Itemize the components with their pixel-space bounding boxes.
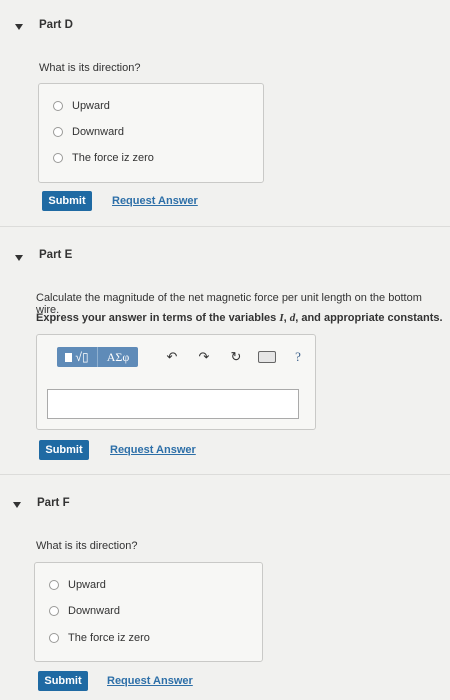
part-e-title: Part E	[39, 249, 73, 261]
answer-input[interactable]	[47, 389, 299, 419]
part-d-option-downward[interactable]: Downward	[53, 126, 124, 138]
option-label: Downward	[72, 126, 124, 138]
option-label: The force iz zero	[72, 152, 154, 164]
part-d-title: Part D	[39, 19, 73, 31]
part-d-options-box: Upward Downward The force iz zero	[38, 83, 264, 183]
part-f-submit-button[interactable]: Submit	[38, 671, 88, 691]
redo-icon[interactable]: ↷	[192, 349, 216, 365]
option-label: Downward	[68, 605, 120, 617]
radio-button[interactable]	[53, 127, 63, 137]
part-f-option-zero[interactable]: The force iz zero	[49, 632, 150, 644]
collapse-triangle-icon[interactable]	[13, 502, 21, 508]
part-e-instruction: Express your answer in terms of the vari…	[36, 312, 443, 324]
greek-symbols-button[interactable]: ΑΣφ	[98, 347, 138, 367]
radio-button[interactable]	[49, 580, 59, 590]
radio-button[interactable]	[49, 633, 59, 643]
part-d-submit-button[interactable]: Submit	[42, 191, 92, 211]
part-d-question: What is its direction?	[39, 62, 141, 74]
section-divider	[0, 226, 450, 227]
radio-button[interactable]	[53, 153, 63, 163]
collapse-triangle-icon[interactable]	[15, 24, 23, 30]
instruction-text: , and appropriate constants.	[295, 312, 443, 324]
radio-button[interactable]	[53, 101, 63, 111]
part-f-option-downward[interactable]: Downward	[49, 605, 120, 617]
part-f-question: What is its direction?	[36, 540, 138, 552]
reset-icon[interactable]: ↻	[224, 349, 248, 365]
templates-button[interactable]: √▯	[57, 347, 98, 367]
part-d-option-upward[interactable]: Upward	[53, 100, 110, 112]
undo-icon[interactable]: ↶	[160, 349, 184, 365]
sqrt-icon: √▯	[75, 350, 89, 364]
help-icon[interactable]: ?	[286, 349, 310, 365]
part-d-request-answer-link[interactable]: Request Answer	[112, 195, 198, 207]
part-d-option-zero[interactable]: The force iz zero	[53, 152, 154, 164]
option-label: Upward	[72, 100, 110, 112]
radio-button[interactable]	[49, 606, 59, 616]
part-f-request-answer-link[interactable]: Request Answer	[107, 675, 193, 687]
section-divider	[0, 474, 450, 475]
part-e-request-answer-link[interactable]: Request Answer	[110, 444, 196, 456]
part-f-options-box: Upward Downward The force iz zero	[34, 562, 263, 662]
part-f-option-upward[interactable]: Upward	[49, 579, 106, 591]
part-e-submit-button[interactable]: Submit	[39, 440, 89, 460]
math-toolbar: √▯ ΑΣφ ↶ ↷ ↻ ?	[57, 347, 310, 367]
option-label: Upward	[68, 579, 106, 591]
collapse-triangle-icon[interactable]	[15, 255, 23, 261]
option-label: The force iz zero	[68, 632, 150, 644]
instruction-text: Express your answer in terms of the vari…	[36, 312, 280, 324]
part-f-title: Part F	[37, 497, 70, 509]
answer-panel: √▯ ΑΣφ ↶ ↷ ↻ ?	[36, 334, 316, 430]
template-square-icon	[65, 352, 73, 362]
keyboard-icon[interactable]	[258, 351, 276, 363]
